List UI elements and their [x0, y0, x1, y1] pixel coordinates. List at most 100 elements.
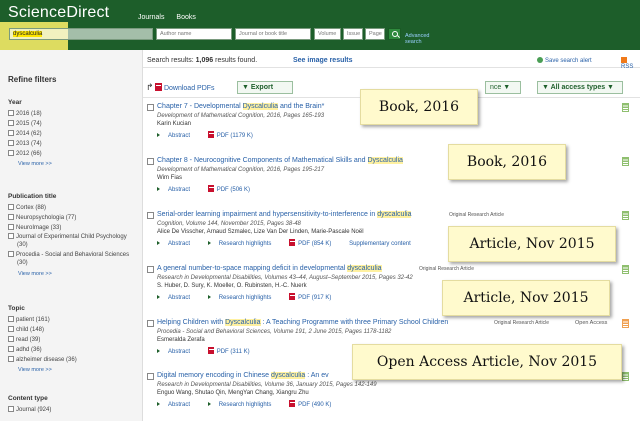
- filter-label: patient (161): [16, 317, 50, 323]
- view-more-link[interactable]: View more >>: [8, 269, 134, 279]
- export-button[interactable]: ▼ Export: [237, 81, 293, 94]
- result-title-link[interactable]: A general number-to-space mapping defici…: [157, 265, 382, 272]
- select-arrow-icon[interactable]: ↱: [146, 82, 154, 93]
- checkbox[interactable]: [8, 336, 14, 342]
- pdf-link[interactable]: PDF (1179 K): [207, 131, 261, 139]
- outline-icon[interactable]: [622, 372, 629, 381]
- checkbox[interactable]: [8, 130, 14, 136]
- search-input[interactable]: dyscalculia: [9, 28, 153, 40]
- result-checkbox[interactable]: [147, 320, 154, 327]
- abstract-link[interactable]: Abstract: [157, 133, 198, 139]
- supplementary-link[interactable]: Supplementary content: [349, 241, 411, 247]
- see-image-results-link[interactable]: See image results: [293, 57, 353, 64]
- pdf-link[interactable]: PDF (506 K): [207, 185, 258, 193]
- filter-year: Year 2016 (18) 2015 (74) 2014 (62) 2013 …: [8, 99, 52, 169]
- result-source: Research in Developmental Disabilities, …: [157, 382, 377, 388]
- pdf-link[interactable]: PDF (490 K): [289, 400, 339, 408]
- rss-link[interactable]: RSS: [621, 57, 640, 70]
- view-more-link[interactable]: View more >>: [8, 365, 77, 375]
- sciencedirect-logo[interactable]: ScienceDirect: [8, 4, 109, 22]
- abstract-link[interactable]: Abstract: [157, 349, 198, 355]
- filter-item[interactable]: Cortex (88): [8, 203, 134, 213]
- checkbox[interactable]: [8, 406, 14, 412]
- checkbox[interactable]: [8, 224, 14, 230]
- result-checkbox[interactable]: [147, 266, 154, 273]
- results-bar: Search results: 1,096 results found. See…: [143, 52, 640, 70]
- pdf-link[interactable]: PDF (854 K): [289, 239, 339, 247]
- checkbox[interactable]: [8, 251, 14, 257]
- filter-item[interactable]: child (148): [8, 325, 77, 335]
- result-links: Abstract Research highlights PDF (854 K)…: [157, 239, 419, 247]
- filter-item[interactable]: adhd (36): [8, 345, 77, 355]
- journal-field[interactable]: Journal or book title: [235, 28, 311, 40]
- nav-journals[interactable]: Journals: [138, 14, 164, 21]
- volume-field[interactable]: Volume: [314, 28, 341, 40]
- filter-label: child (148): [16, 327, 45, 333]
- checkbox[interactable]: [8, 346, 14, 352]
- issue-field[interactable]: Issue: [343, 28, 363, 40]
- filter-item[interactable]: 2013 (74): [8, 139, 52, 149]
- filter-item[interactable]: Journal of Experimental Child Psychology…: [8, 233, 134, 249]
- checkbox[interactable]: [8, 356, 14, 362]
- page-field[interactable]: Page: [365, 28, 385, 40]
- result-checkbox[interactable]: [147, 158, 154, 165]
- access-type-dropdown[interactable]: ▼ All access types ▼: [537, 81, 623, 94]
- filter-item[interactable]: Procedia - Social and Behavioral Science…: [8, 251, 134, 267]
- result-title-link[interactable]: Chapter 8 - Neurocognitive Components of…: [157, 157, 403, 164]
- abstract-link[interactable]: Abstract: [157, 402, 198, 408]
- advanced-search-link[interactable]: Advanced search: [405, 33, 429, 45]
- pdf-icon: [207, 185, 214, 192]
- sort-dropdown[interactable]: nce ▼: [485, 81, 521, 94]
- result-title-link[interactable]: Helping Children with Dyscalculia : A Te…: [157, 319, 448, 326]
- filter-item[interactable]: Neuropsychologia (77): [8, 213, 134, 223]
- filter-item[interactable]: 2016 (18): [8, 109, 52, 119]
- highlights-link[interactable]: Research highlights: [207, 241, 280, 247]
- checkbox[interactable]: [8, 214, 14, 220]
- result-checkbox[interactable]: [147, 212, 154, 219]
- result-checkbox[interactable]: [147, 373, 154, 380]
- outline-icon[interactable]: [622, 157, 629, 166]
- checkbox[interactable]: [8, 120, 14, 126]
- download-pdfs-button[interactable]: Download PDFs: [155, 83, 215, 92]
- result-authors: Esmeralda Zerafa: [157, 337, 205, 343]
- filter-item[interactable]: alzheimer disease (36): [8, 355, 77, 365]
- outline-icon[interactable]: [622, 211, 629, 220]
- outline-icon[interactable]: [622, 319, 629, 328]
- filter-item[interactable]: Journal (924): [8, 405, 51, 415]
- filter-item[interactable]: read (39): [8, 335, 77, 345]
- checkbox[interactable]: [8, 110, 14, 116]
- save-search-alert-link[interactable]: Save search alert: [537, 57, 592, 64]
- pdf-link[interactable]: PDF (917 K): [289, 293, 339, 301]
- checkbox[interactable]: [8, 316, 14, 322]
- checkbox[interactable]: [8, 326, 14, 332]
- pdf-link[interactable]: PDF (311 K): [207, 347, 258, 355]
- checkbox[interactable]: [8, 233, 14, 239]
- view-more-link[interactable]: View more >>: [8, 159, 52, 169]
- checkbox[interactable]: [8, 204, 14, 210]
- checkbox[interactable]: [8, 150, 14, 156]
- filter-item[interactable]: 2015 (74): [8, 119, 52, 129]
- result-checkbox[interactable]: [147, 104, 154, 111]
- result-title-link[interactable]: Serial-order learning impairment and hyp…: [157, 211, 412, 218]
- abstract-link[interactable]: Abstract: [157, 295, 198, 301]
- checkbox[interactable]: [8, 140, 14, 146]
- result-title-link[interactable]: Digital memory encoding in Chinese dysca…: [157, 372, 329, 379]
- abstract-link[interactable]: Abstract: [157, 241, 198, 247]
- highlights-link[interactable]: Research highlights: [207, 295, 280, 301]
- outline-icon[interactable]: [622, 265, 629, 274]
- nav-books[interactable]: Books: [176, 14, 195, 21]
- results-number: 1,096: [195, 57, 214, 64]
- outline-icon[interactable]: [622, 103, 629, 112]
- result-title-link[interactable]: Chapter 7 - Developmental Dyscalculia an…: [157, 103, 324, 110]
- author-field[interactable]: Author name: [156, 28, 232, 40]
- abstract-link[interactable]: Abstract: [157, 187, 198, 193]
- result-authors: Wim Fias: [157, 175, 182, 181]
- search-icon[interactable]: [388, 28, 401, 40]
- triangle-icon: [157, 133, 160, 137]
- filter-item[interactable]: NeuroImage (33): [8, 223, 134, 233]
- highlights-link[interactable]: Research highlights: [207, 402, 280, 408]
- filter-item[interactable]: 2012 (66): [8, 149, 52, 159]
- filter-item[interactable]: 2014 (62): [8, 129, 52, 139]
- filter-item[interactable]: patient (161): [8, 315, 77, 325]
- pdf-icon: [289, 293, 296, 300]
